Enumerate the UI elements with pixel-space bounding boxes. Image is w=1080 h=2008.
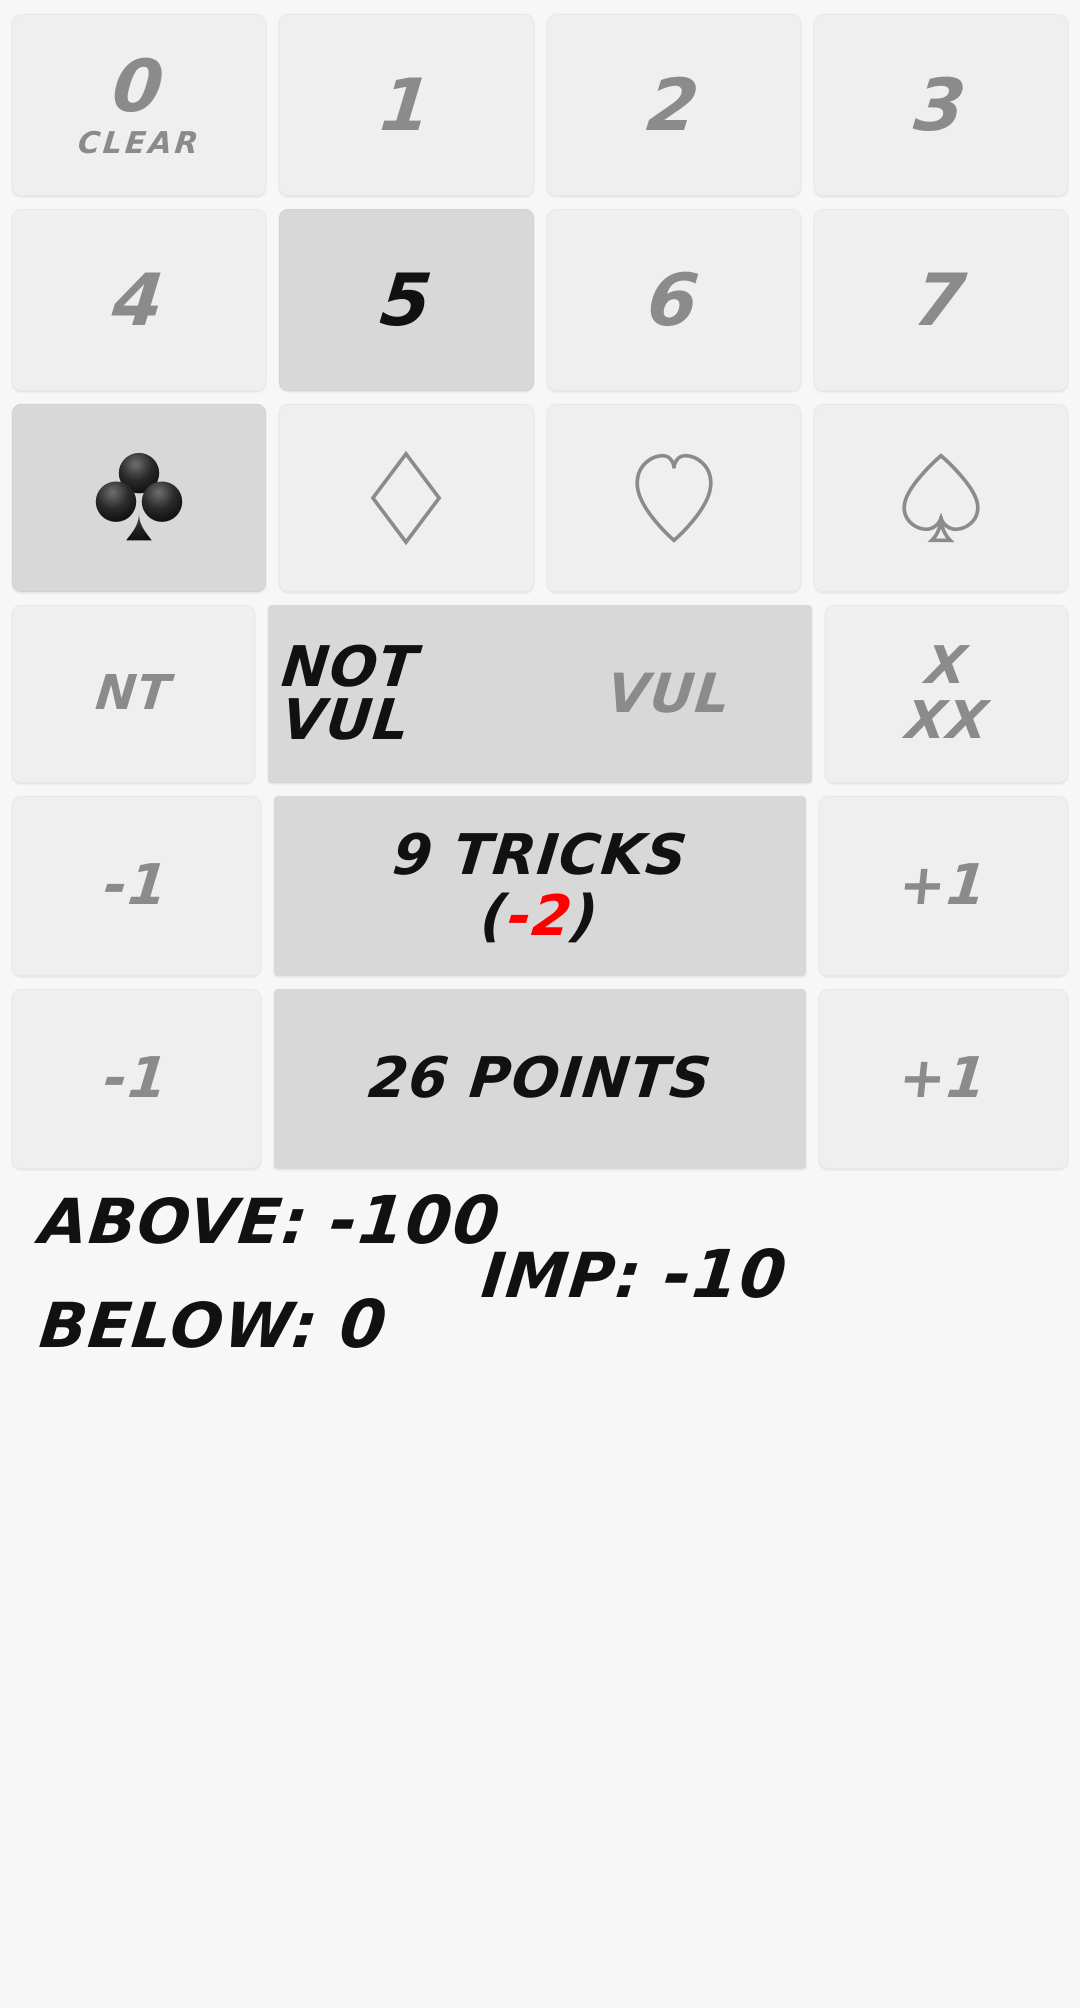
tricks-increment-button[interactable]: +1 bbox=[818, 796, 1068, 976]
level-7-label: 7 bbox=[910, 257, 972, 342]
level-5-button[interactable]: 5 bbox=[279, 209, 534, 391]
level-6-button[interactable]: 6 bbox=[546, 209, 801, 391]
notrump-button[interactable]: NT bbox=[12, 605, 255, 783]
tricks-decrement-button[interactable]: -1 bbox=[12, 796, 262, 976]
tricks-row: -1 9 TRICKS ( -2 ) +1 bbox=[12, 796, 1068, 976]
tricks-decrement-label: -1 bbox=[101, 853, 173, 919]
level-7-button[interactable]: 7 bbox=[813, 209, 1068, 391]
level-4-label: 4 bbox=[108, 257, 170, 342]
diamond-icon bbox=[360, 448, 452, 548]
points-decrement-label: -1 bbox=[101, 1046, 173, 1112]
vulnerability-row: NT NOT VUL VUL X XX bbox=[12, 605, 1068, 783]
tricks-display[interactable]: 9 TRICKS ( -2 ) bbox=[274, 796, 806, 976]
level-1-label: 1 bbox=[376, 62, 437, 147]
vulnerability-toggle-group: NOT VUL VUL bbox=[267, 605, 813, 783]
level-4-button[interactable]: 4 bbox=[12, 209, 267, 391]
spade-icon bbox=[895, 448, 987, 548]
double-label: X bbox=[923, 635, 971, 696]
not-vul-label-line2: VUL bbox=[278, 688, 413, 753]
points-row: -1 26 POINTS +1 bbox=[12, 989, 1068, 1169]
level-3-label: 3 bbox=[910, 62, 972, 147]
clear-label: CLEAR bbox=[75, 125, 203, 161]
tricks-increment-label: +1 bbox=[895, 853, 991, 919]
level-5-label: 5 bbox=[376, 257, 437, 342]
level-row-1: 0 CLEAR 1 2 3 bbox=[12, 14, 1068, 196]
score-summary: ABOVE: -100 BELOW: 0 IMP: -10 bbox=[12, 1182, 1068, 1452]
imp-value: -10 bbox=[660, 1236, 792, 1313]
tricks-delta-close: ) bbox=[568, 884, 603, 949]
points-increment-button[interactable]: +1 bbox=[818, 989, 1068, 1169]
not-vul-button[interactable]: NOT VUL bbox=[278, 634, 540, 753]
below-value: 0 bbox=[336, 1286, 392, 1363]
double-redouble-content: X XX bbox=[902, 635, 992, 751]
vul-label: VUL bbox=[604, 662, 735, 726]
tricks-delta-group: ( -2 ) bbox=[478, 884, 603, 949]
club-icon bbox=[93, 448, 185, 548]
suit-diamonds-button[interactable] bbox=[279, 404, 534, 592]
suit-hearts-button[interactable] bbox=[546, 404, 801, 592]
points-display[interactable]: 26 POINTS bbox=[274, 989, 806, 1169]
points-label: 26 POINTS bbox=[365, 1046, 715, 1112]
points-decrement-button[interactable]: -1 bbox=[12, 989, 262, 1169]
level-6-label: 6 bbox=[643, 257, 704, 342]
level-0-clear-button[interactable]: 0 CLEAR bbox=[12, 14, 267, 196]
vul-button[interactable]: VUL bbox=[540, 662, 798, 726]
level-row-2: 4 5 6 7 bbox=[12, 209, 1068, 391]
suit-clubs-button[interactable] bbox=[12, 404, 267, 592]
points-increment-label: +1 bbox=[895, 1046, 991, 1112]
double-redouble-button[interactable]: X XX bbox=[825, 605, 1068, 783]
redouble-label: XX bbox=[902, 691, 992, 751]
imp-label: IMP: bbox=[478, 1239, 646, 1312]
below-label: BELOW: bbox=[36, 1289, 323, 1362]
suit-spades-button[interactable] bbox=[813, 404, 1068, 592]
above-label: ABOVE: bbox=[36, 1185, 313, 1258]
level-0-label: 0 bbox=[108, 43, 170, 128]
imp-line: IMP: -10 bbox=[478, 1236, 791, 1313]
heart-icon bbox=[628, 448, 720, 548]
level-0-clear-content: 0 CLEAR bbox=[75, 43, 203, 161]
level-2-button[interactable]: 2 bbox=[546, 14, 801, 196]
above-value: -100 bbox=[326, 1182, 505, 1259]
below-line: BELOW: 0 bbox=[36, 1286, 392, 1363]
suit-row bbox=[12, 404, 1068, 592]
level-3-button[interactable]: 3 bbox=[813, 14, 1068, 196]
level-1-button[interactable]: 1 bbox=[279, 14, 534, 196]
not-vul-label-line1: NOT bbox=[278, 634, 422, 700]
notrump-label: NT bbox=[93, 665, 174, 722]
above-line: ABOVE: -100 bbox=[36, 1182, 505, 1259]
bridge-score-calculator: 0 CLEAR 1 2 3 4 5 6 7 NT NOT VUL VUL X X… bbox=[0, 0, 1080, 2008]
tricks-delta-value: -2 bbox=[504, 884, 576, 949]
level-2-label: 2 bbox=[643, 62, 704, 147]
tricks-count-label: 9 TRICKS bbox=[389, 822, 691, 888]
